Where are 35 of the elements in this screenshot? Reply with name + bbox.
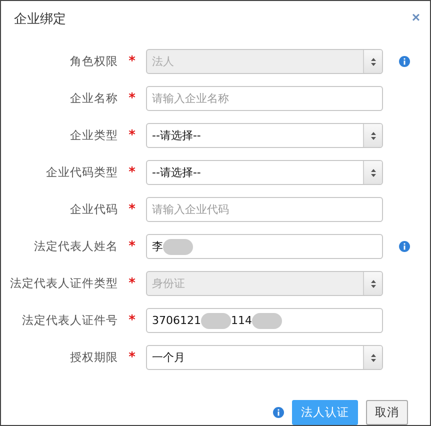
required-mark: * xyxy=(128,165,136,180)
dialog-title: 企业绑定 xyxy=(14,11,66,28)
select-caret-icon xyxy=(363,50,382,73)
input-field[interactable]: 3706121 114 xyxy=(146,308,383,333)
field-label: 法定代表人证件号 xyxy=(21,313,118,328)
required-mark: * xyxy=(128,313,136,328)
required-mark: * xyxy=(128,202,136,217)
select-field[interactable]: 一个月 xyxy=(146,345,383,370)
field-label: 授权期限 xyxy=(69,350,118,365)
field-label: 法定代表人证件类型 xyxy=(9,276,118,291)
select-field[interactable]: --请选择-- xyxy=(146,123,383,148)
field-label: 企业代码类型 xyxy=(45,165,118,180)
field-label: 企业代码 xyxy=(69,202,118,217)
select-caret-icon xyxy=(363,272,382,295)
required-mark: * xyxy=(128,350,136,365)
required-mark: * xyxy=(128,54,136,69)
required-mark: * xyxy=(128,91,136,106)
field-label: 企业类型 xyxy=(69,128,118,143)
input-field[interactable]: 请输入企业代码 xyxy=(146,197,383,222)
field-label: 角色权限 xyxy=(69,54,118,69)
required-mark: * xyxy=(128,128,136,143)
redaction-mark xyxy=(201,312,231,328)
required-mark: * xyxy=(128,276,136,291)
redaction-mark xyxy=(163,238,193,254)
cancel-button[interactable]: 取消 xyxy=(366,400,408,425)
field-label: 企业名称 xyxy=(69,91,118,106)
select-field[interactable]: --请选择-- xyxy=(146,160,383,185)
field-label: 法定代表人姓名 xyxy=(33,239,118,254)
required-mark: * xyxy=(128,239,136,254)
select-caret-icon xyxy=(363,346,382,369)
input-field[interactable]: 李 xyxy=(146,234,383,259)
redaction-mark xyxy=(252,312,282,328)
select-caret-icon xyxy=(363,124,382,147)
select-caret-icon xyxy=(363,161,382,184)
input-field[interactable]: 请输入企业名称 xyxy=(146,86,383,111)
